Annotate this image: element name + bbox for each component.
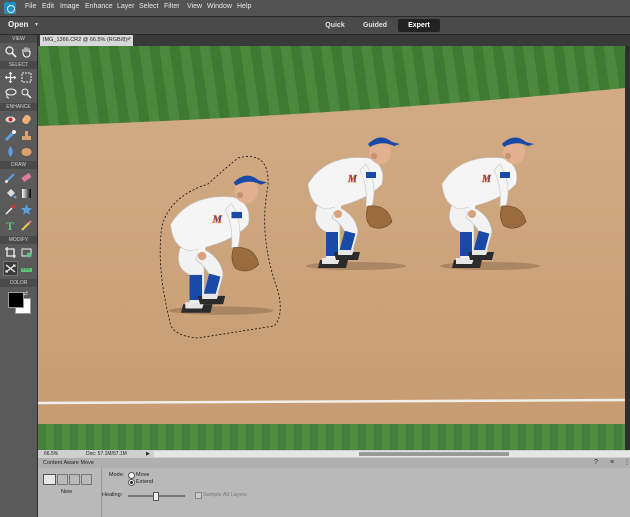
spot-healing-brush-icon[interactable] [20, 113, 33, 126]
crop-tool-icon[interactable] [4, 246, 17, 259]
move-tool-icon[interactable] [4, 71, 17, 84]
canvas-photo[interactable]: M M M [38, 46, 625, 450]
marquee-tool-icon[interactable] [20, 71, 33, 84]
swap-colors-icon[interactable]: ⇄ [23, 290, 28, 297]
panel-options-icon[interactable]: ⋮ [624, 459, 630, 466]
sample-all-layers-label[interactable]: Sample All Layers [203, 492, 247, 498]
custom-shape-tool-icon[interactable] [20, 203, 33, 216]
red-eye-tool-icon[interactable] [4, 113, 17, 126]
lasso-tool-icon[interactable] [4, 87, 17, 100]
vertical-scrollbar[interactable] [625, 46, 630, 450]
section-color: COLOR [0, 279, 37, 287]
document-tab-title: IMG_1366.CR2 @ 66.5% (RGB/8) * [43, 37, 131, 43]
foreground-color-swatch[interactable] [8, 292, 24, 308]
svg-text:M: M [347, 174, 358, 185]
hand-tool-icon[interactable] [20, 45, 33, 58]
sample-all-layers-checkbox[interactable] [195, 492, 202, 499]
eraser-tool-icon[interactable] [20, 171, 33, 184]
healing-label: Healing: [102, 492, 123, 498]
app-logo-icon[interactable] [4, 2, 16, 14]
menu-filter[interactable]: Filter [164, 3, 180, 10]
status-menu-arrow-icon[interactable]: ▶ [146, 450, 150, 458]
open-dropdown-icon[interactable]: ▾ [35, 21, 38, 28]
content-aware-move-tool-icon[interactable] [3, 261, 18, 276]
svg-text:M: M [481, 174, 492, 185]
subtract-selection-icon[interactable] [69, 474, 80, 485]
horizontal-scrollbar[interactable] [154, 451, 630, 457]
mode-bar: Open ▾ Quick Guided Expert [0, 17, 630, 35]
toolbox: VIEW SELECT ENHANCE DRAW T MODIFY COLOR [0, 35, 38, 517]
tool-options-panel: Content Aware Move ? ≡ ⋮ New Mode: Move … [38, 458, 630, 517]
paint-bucket-tool-icon[interactable] [4, 187, 17, 200]
menu-enhance[interactable]: Enhance [85, 3, 113, 10]
status-bar: 66.5% Doc: 57.1M/57.1M ▶ [38, 450, 630, 458]
menu-window[interactable]: Window [207, 3, 232, 10]
intersect-selection-icon[interactable] [81, 474, 92, 485]
quick-selection-tool-icon[interactable] [20, 87, 33, 100]
zoom-tool-icon[interactable] [4, 45, 17, 58]
tab-quick[interactable]: Quick [318, 19, 352, 32]
doc-size: Doc: 57.1M/57.1M [86, 451, 127, 457]
blur-tool-icon[interactable] [4, 145, 17, 158]
horizontal-scroll-thumb[interactable] [359, 452, 509, 456]
clone-stamp-tool-icon[interactable] [20, 129, 33, 142]
image-canvas[interactable]: M M M [38, 46, 625, 450]
type-tool-icon[interactable]: T [4, 219, 17, 232]
color-picker-tool-icon[interactable] [4, 203, 17, 216]
mode-extend-radio[interactable] [128, 479, 135, 486]
svg-text:M: M [212, 214, 223, 225]
sponge-tool-icon[interactable] [20, 145, 33, 158]
help-icon[interactable]: ? [594, 459, 598, 466]
menu-image[interactable]: Image [60, 3, 79, 10]
menu-help[interactable]: Help [237, 3, 251, 10]
mode-extend-label[interactable]: Extend [136, 479, 153, 485]
section-modify: MODIFY [0, 236, 37, 244]
section-draw: DRAW [0, 161, 37, 169]
menu-select[interactable]: Select [139, 3, 158, 10]
tab-expert[interactable]: Expert [398, 19, 440, 32]
open-button[interactable]: Open [8, 20, 28, 29]
close-tab-icon[interactable]: × [127, 35, 130, 46]
section-enhance: ENHANCE [0, 103, 37, 111]
menu-edit[interactable]: Edit [42, 3, 54, 10]
straighten-tool-icon[interactable] [20, 262, 33, 275]
mode-label: Mode: [109, 472, 125, 478]
recompose-tool-icon[interactable] [20, 246, 33, 259]
mode-move-label[interactable]: Move [136, 472, 149, 478]
menu-view[interactable]: View [187, 3, 202, 10]
tab-guided[interactable]: Guided [356, 19, 394, 32]
section-view: VIEW [0, 35, 37, 43]
healing-slider-thumb[interactable] [153, 492, 159, 501]
menu-file[interactable]: File [25, 3, 36, 10]
panel-menu-icon[interactable]: ≡ [610, 459, 614, 466]
pencil-tool-icon[interactable] [20, 219, 33, 232]
zoom-level[interactable]: 66.5% [44, 450, 58, 458]
new-selection-button[interactable] [43, 474, 56, 485]
document-tab[interactable]: IMG_1366.CR2 @ 66.5% (RGB/8) * × [40, 35, 133, 46]
smart-brush-tool-icon[interactable] [4, 129, 17, 142]
brush-tool-icon[interactable] [4, 171, 17, 184]
section-select: SELECT [0, 61, 37, 69]
new-label: New [61, 489, 73, 495]
menu-bar: File Edit Image Enhance Layer Select Fil… [0, 0, 630, 17]
add-selection-icon[interactable] [57, 474, 68, 485]
svg-text:T: T [6, 219, 14, 232]
tool-options-title: Content Aware Move [43, 460, 94, 466]
mode-move-radio[interactable] [128, 472, 135, 479]
menu-layer[interactable]: Layer [117, 3, 135, 10]
gradient-tool-icon[interactable] [20, 187, 33, 200]
